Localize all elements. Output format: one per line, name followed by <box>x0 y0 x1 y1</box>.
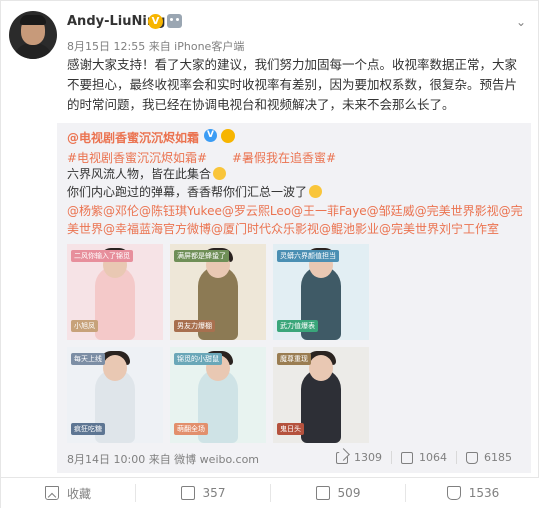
grid-image-4[interactable]: 每天上线 疯狂吃糖 <box>67 347 163 443</box>
repost-comment-count: 1064 <box>419 451 447 464</box>
repost-share-count: 1309 <box>354 451 382 464</box>
mention-links[interactable]: @杨紫@邓伦@陈钰琪Yukee@罗云熙Leo@王一菲Faye@邹廷威@完美世界影… <box>67 202 527 238</box>
like-count: 1536 <box>468 486 500 500</box>
repost-like-button[interactable]: 6185 <box>456 451 521 464</box>
repost-line-2: 你们内心跑过的弹幕，香香帮你们汇总一波了 <box>67 184 323 201</box>
share-icon <box>336 451 348 464</box>
action-bar: 收藏 357 509 1536 <box>1 477 539 508</box>
grid-image-tag2: 男友力爆棚 <box>174 320 215 332</box>
post-text: 感谢大家支持！看了大家的建议，我们努力加固每一个点。收视率数据正常，大家不要担心… <box>67 57 518 112</box>
grid-image-tag: 满屏都是蜂蛰了 <box>174 250 229 262</box>
favorite-button[interactable]: 收藏 <box>1 484 135 502</box>
grid-image-6[interactable]: 魔尊重现 鬼日头 <box>273 347 369 443</box>
comment-count: 509 <box>337 486 361 500</box>
topic-link-2[interactable]: #暑假我在追香蜜# <box>232 149 336 166</box>
repost-box: @电视剧香蜜沉沉烬如霜 V #电视剧香蜜沉沉烬如霜# #暑假我在追香蜜# 六界风… <box>57 123 531 473</box>
repost-like-count: 6185 <box>484 451 512 464</box>
grid-image-5[interactable]: 锦觅的小甜鼠 萌翻全场 <box>170 347 266 443</box>
repost-line-2-text: 你们内心跑过的弹幕，香香帮你们汇总一波了 <box>67 185 308 199</box>
blue-verified-badge-icon: V <box>204 129 217 142</box>
weibo-post-card: Andy-LiuNing V ⌄ 8月15日 12:55 来自 iPhone客户… <box>0 0 539 508</box>
grid-image-head <box>309 355 333 381</box>
robot-icon[interactable] <box>167 14 182 28</box>
grid-image-tag: 二风你输入了锦觅 <box>71 250 133 262</box>
grid-image-1[interactable]: 二风你输入了锦觅 小旭凤 <box>67 244 163 340</box>
grid-image-2[interactable]: 满屏都是蜂蛰了 男友力爆棚 <box>170 244 266 340</box>
emoji-icon <box>221 129 235 143</box>
share-button[interactable]: 357 <box>135 484 270 502</box>
repost-share-button[interactable]: 1309 <box>327 451 391 464</box>
comment-button[interactable]: 509 <box>270 484 405 502</box>
avatar-body <box>13 43 53 59</box>
grid-image-tag2: 萌翻全场 <box>174 423 208 435</box>
repost-meta[interactable]: 8月14日 10:00 来自 微博 weibo.com <box>67 451 259 467</box>
like-button[interactable]: 1536 <box>405 484 539 502</box>
favorite-icon <box>44 486 59 500</box>
repost-stats: 1309 1064 6185 <box>327 451 521 464</box>
repost-username[interactable]: @电视剧香蜜沉沉烬如霜 <box>67 129 199 146</box>
repost-line-1-text: 六界风流人物，皆在此集合 <box>67 167 212 181</box>
comment-icon <box>315 486 330 500</box>
like-icon <box>446 486 461 500</box>
grid-image-head <box>103 355 127 381</box>
share-count: 357 <box>202 486 226 500</box>
grid-image-tag2: 小旭凤 <box>71 320 98 332</box>
grid-image-tag: 魔尊重现 <box>277 353 311 365</box>
repost-comment-button[interactable]: 1064 <box>391 451 456 464</box>
grid-image-tag: 锦觅的小甜鼠 <box>174 353 222 365</box>
wink-emoji-icon <box>309 185 323 198</box>
comment-icon <box>401 451 413 464</box>
share-icon <box>180 486 195 500</box>
favorite-label: 收藏 <box>66 486 91 501</box>
grid-image-tag: 每天上线 <box>71 353 105 365</box>
chevron-down-icon[interactable]: ⌄ <box>516 15 526 29</box>
topic-link-1[interactable]: #电视剧香蜜沉沉烬如霜# <box>67 149 207 166</box>
like-icon <box>466 451 478 464</box>
grid-image-3[interactable]: 灵蟒六界颜值担当 武力值爆表 <box>273 244 369 340</box>
grid-image-tag2: 武力值爆表 <box>277 320 318 332</box>
verified-badge-icon[interactable]: V <box>148 14 163 29</box>
smile-emoji-icon <box>213 167 227 180</box>
grid-image-tag2: 疯狂吃糖 <box>71 423 105 435</box>
avatar[interactable] <box>9 11 57 59</box>
repost-line-1: 六界风流人物，皆在此集合 <box>67 166 227 183</box>
post-meta[interactable]: 8月15日 12:55 来自 iPhone客户端 <box>67 38 244 54</box>
avatar-hair <box>20 15 46 25</box>
grid-image-tag2: 鬼日头 <box>277 423 304 435</box>
grid-image-tag: 灵蟒六界颜值担当 <box>277 250 339 262</box>
